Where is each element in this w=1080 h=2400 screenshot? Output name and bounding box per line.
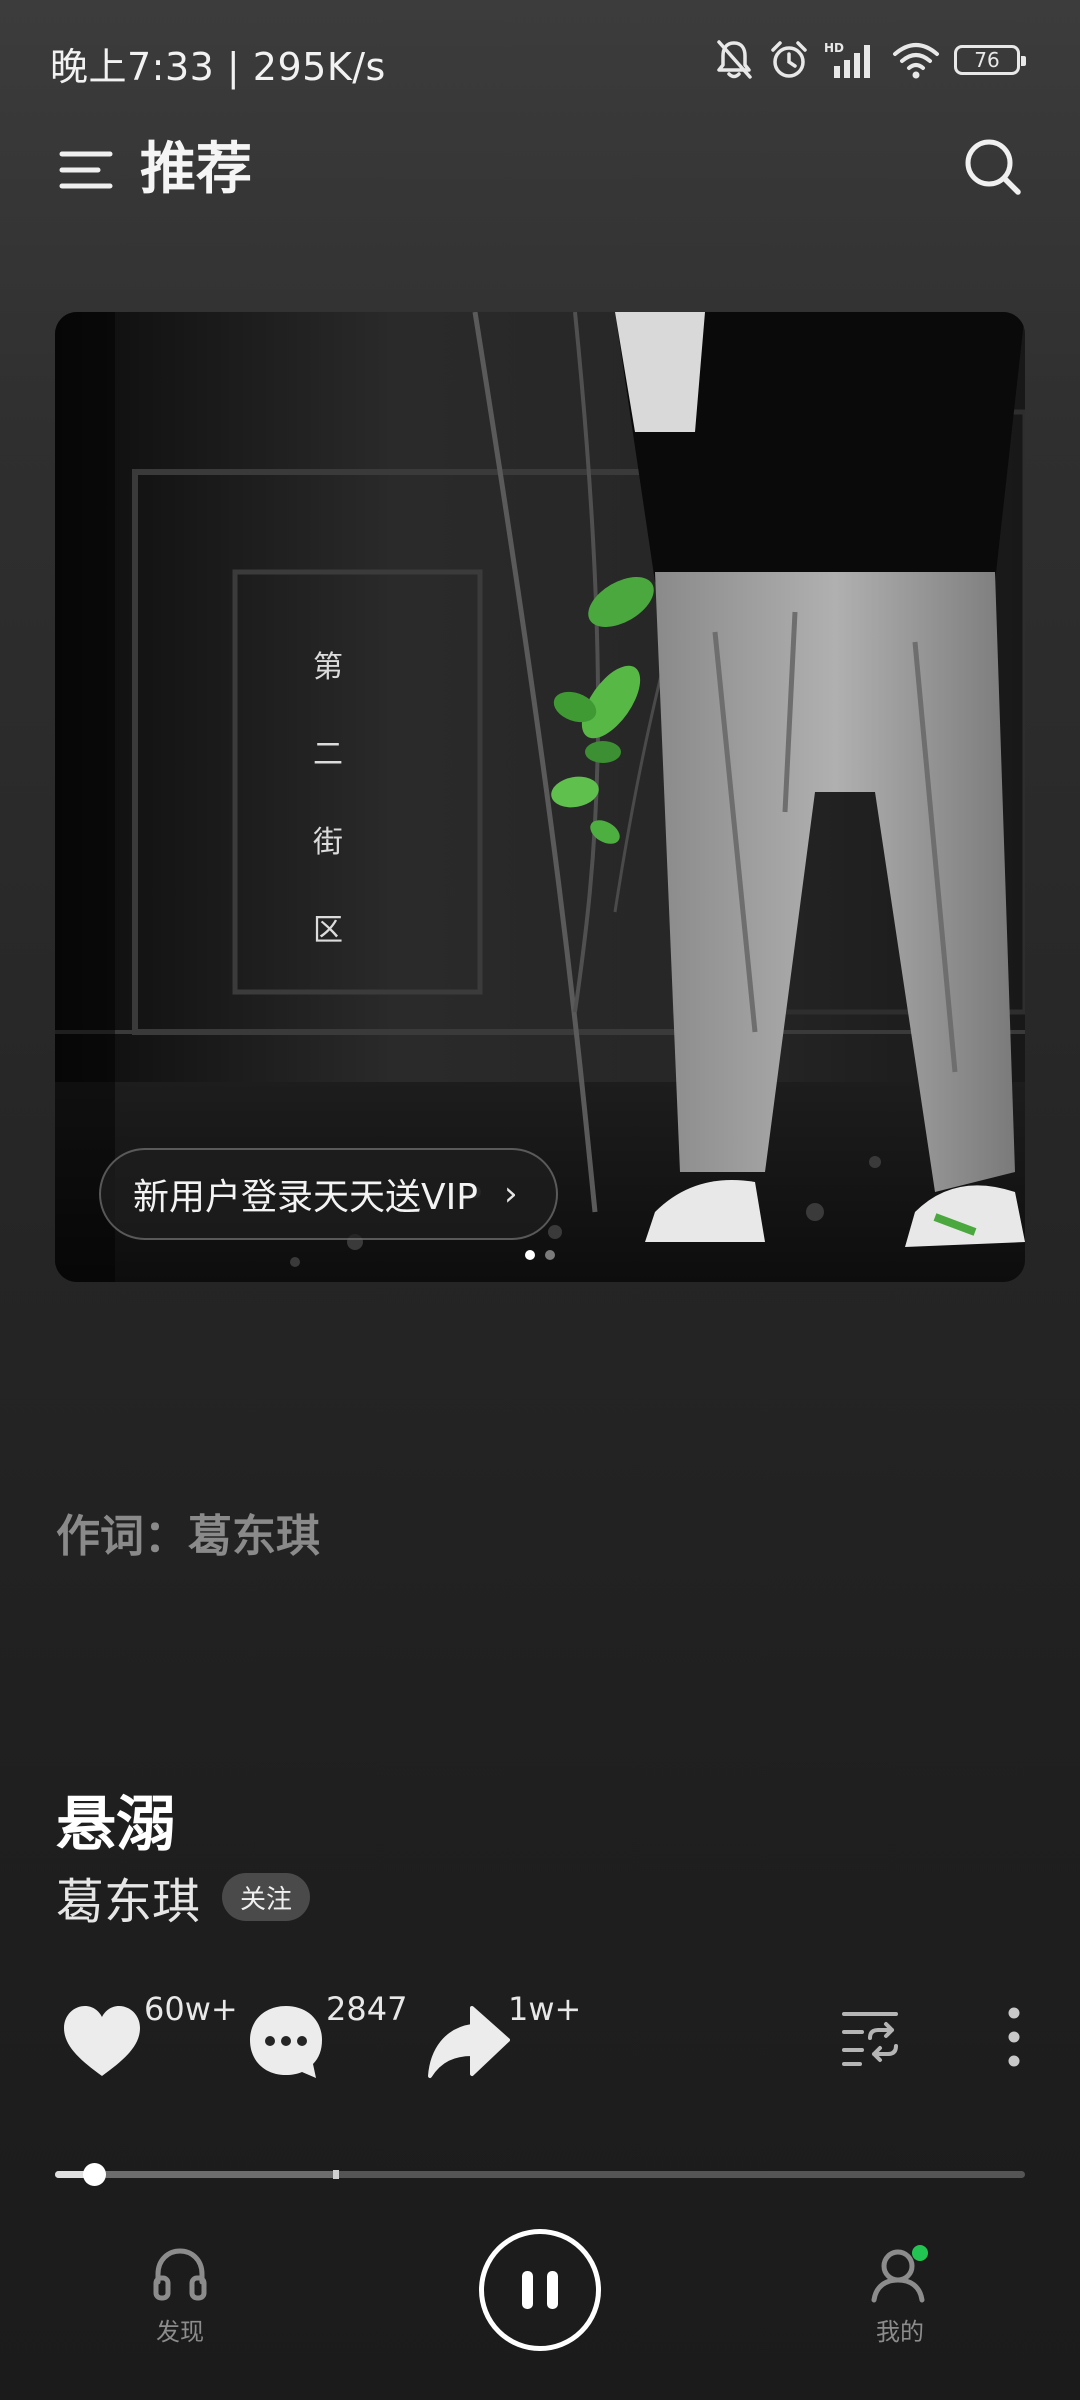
page-dot-active [525,1250,535,1260]
battery-level: 76 [974,48,1000,72]
artist-name[interactable]: 葛东琪 [56,1862,200,1932]
like-count: 60w+ [144,1990,238,2028]
heart-icon [64,2006,140,2076]
nav-mine-label: 我的 [876,2318,924,2346]
artist-row: 葛东琪 关注 [56,1862,311,1932]
hd-signal-icon: HD [824,40,878,80]
status-time: 晚上7:33 | 295K/s [50,45,386,89]
pause-button[interactable] [479,2229,601,2351]
song-title[interactable]: 悬溺 [56,1776,176,1863]
album-banner[interactable]: 第 二 街 区 新用户登录天天送VIP › [55,312,1025,1282]
comment-button[interactable]: 2847 [246,1990,416,2090]
svg-text:区: 区 [313,913,343,948]
follow-button[interactable]: 关注 [222,1873,311,1921]
comment-count: 2847 [326,1990,408,2028]
vip-promo-label: 新用户登录天天送VIP [133,1177,478,1218]
playlist-icon [842,2012,898,2066]
album-cover-image: 第 二 街 区 [55,312,1025,1282]
share-count: 1w+ [508,1990,582,2028]
user-icon [871,2245,928,2303]
wifi-icon [892,40,940,80]
menu-icon [59,151,113,189]
vip-promo-button[interactable]: 新用户登录天天送VIP › [99,1148,558,1240]
svg-text:HD: HD [824,41,844,55]
pause-icon [522,2271,533,2309]
share-icon [428,2006,510,2078]
banner-page-indicator [55,1250,1025,1260]
progress-buffer-marker [333,2170,340,2179]
menu-button[interactable] [56,138,120,202]
nav-discover[interactable]: 发现 [120,2244,240,2346]
lyric-line[interactable]: 作词：葛东琪 [56,1500,320,1564]
headphones-icon [153,2248,207,2301]
svg-text:街: 街 [313,825,343,860]
share-button[interactable]: 1w+ [426,1990,581,2090]
playlist-button[interactable] [840,2006,900,2070]
page-dot [545,1250,555,1260]
nav-mine[interactable]: 我的 [840,2244,960,2346]
alarm-icon [768,39,810,81]
header: 推荐 [0,120,1080,220]
comment-icon [250,2006,322,2078]
nav-discover-label: 发现 [156,2318,204,2346]
progress-knob[interactable] [82,2163,106,2186]
status-bar: 晚上7:33 | 295K/s HD 76 [0,0,1080,120]
search-button[interactable] [958,132,1028,202]
svg-text:第: 第 [313,650,343,685]
like-button[interactable]: 60w+ [60,1990,238,2090]
svg-text:二: 二 [313,737,343,772]
more-vertical-icon [1008,2007,1020,2067]
search-icon [965,139,1021,195]
page-title: 推荐 [140,137,252,202]
status-icons: HD 76 [714,36,1026,84]
battery-icon: 76 [954,45,1026,75]
notification-dot [912,2245,928,2261]
more-options-button[interactable] [996,2004,1032,2070]
playback-progress-slider[interactable] [55,2160,1025,2190]
mute-bell-icon [714,39,754,81]
chevron-right-icon: › [503,1174,518,1214]
